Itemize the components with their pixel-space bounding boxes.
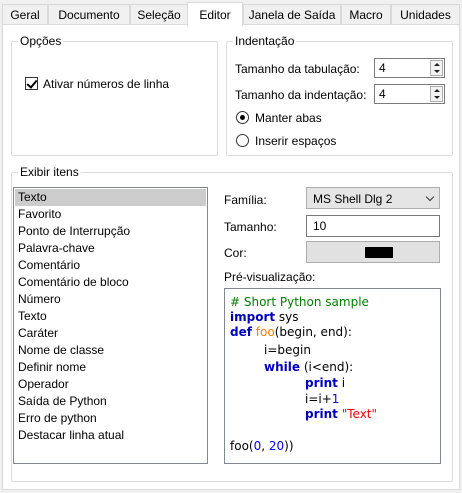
code-line: foo(0, 20)) — [230, 439, 294, 454]
list-item[interactable]: Operador — [15, 376, 206, 393]
code-line: print i — [305, 376, 345, 391]
code-line: while (i<end): — [264, 360, 353, 375]
code-text: (i<end): — [300, 360, 354, 374]
list-item[interactable]: Comentário — [15, 257, 206, 274]
list-item[interactable]: Saída de Python — [15, 393, 206, 410]
code-text: i=begin — [264, 343, 311, 357]
code-function-name: foo — [251, 325, 275, 339]
indentation-group: Indentação Tamanho da tabulação: 4 Taman… — [226, 34, 453, 156]
code-line: i=begin — [264, 343, 311, 358]
font-size-field[interactable]: 10 — [306, 215, 440, 237]
code-text: i — [337, 376, 346, 390]
indent-size-spinbox[interactable]: 4 — [374, 84, 445, 104]
chevron-down-icon — [425, 192, 435, 202]
code-keyword: def — [230, 325, 252, 339]
list-item[interactable]: Ponto de Interrupção — [15, 223, 206, 240]
keep-tabs-label: Manter abas — [255, 111, 322, 125]
tab-documento[interactable]: Documento — [48, 4, 130, 25]
indent-size-label: Tamanho da indentação: — [235, 88, 367, 102]
list-item[interactable]: Texto — [15, 189, 206, 206]
tab-size-value: 4 — [379, 61, 386, 75]
tab-size-spinbox[interactable]: 4 — [374, 58, 445, 78]
tab-unidades[interactable]: Unidades — [391, 4, 460, 25]
font-family-label: Família: — [224, 193, 267, 207]
font-size-value: 10 — [313, 219, 327, 233]
code-keyword: import — [230, 310, 276, 324]
preview-label: Pré-visualização: — [224, 270, 316, 284]
code-line: # Short Python sample — [230, 295, 369, 310]
color-label: Cor: — [224, 246, 247, 260]
code-line: print "Text" — [305, 407, 377, 422]
tab-selecao[interactable]: Seleção — [130, 4, 188, 25]
code-number: 1 — [331, 392, 340, 406]
color-swatch — [365, 247, 393, 258]
code-number: 20 — [268, 439, 285, 453]
list-item[interactable]: Favorito — [15, 206, 206, 223]
code-keyword: print — [305, 376, 338, 390]
spin-up-icon[interactable] — [431, 87, 442, 94]
code-text: sys — [275, 310, 299, 324]
color-button[interactable] — [306, 241, 440, 263]
list-item[interactable]: Nome de classe — [15, 342, 206, 359]
list-item[interactable]: Definir nome — [15, 359, 206, 376]
code-string: "Text" — [337, 407, 378, 421]
list-item[interactable]: Comentário de bloco — [15, 274, 206, 291]
options-group-title: Opções — [18, 34, 64, 48]
code-line: import sys — [230, 310, 299, 325]
list-item[interactable]: Palavra-chave — [15, 240, 206, 257]
insert-spaces-label: Inserir espaços — [255, 134, 337, 148]
line-numbers-checkbox[interactable] — [25, 77, 38, 90]
code-text: )) — [284, 439, 294, 453]
list-item[interactable]: Caráter — [15, 325, 206, 342]
code-text: (begin, end): — [274, 325, 352, 339]
display-items-group-title: Exibir itens — [18, 165, 81, 179]
spin-down-icon[interactable] — [431, 68, 442, 75]
code-keyword: while — [264, 360, 300, 374]
spin-down-icon[interactable] — [431, 94, 442, 101]
insert-spaces-radio[interactable] — [236, 134, 249, 147]
list-item[interactable]: Número — [15, 291, 206, 308]
tab-macro[interactable]: Macro — [341, 4, 391, 25]
indent-size-value: 4 — [379, 87, 386, 101]
code-line: def foo(begin, end): — [230, 325, 352, 340]
code-text: foo( — [230, 439, 254, 453]
keep-tabs-radio[interactable] — [236, 111, 249, 124]
code-keyword: print — [305, 407, 338, 421]
editor-tab-page: Opções Ativar números de linha Indentaçã… — [2, 24, 460, 490]
display-items-list[interactable]: Texto Favorito Ponto de Interrupção Pala… — [13, 187, 208, 464]
list-item[interactable]: Erro de python — [15, 410, 206, 427]
list-item[interactable]: Texto — [15, 308, 206, 325]
code-line: i=i+1 — [305, 392, 339, 407]
code-preview: # Short Python sample import sys def foo… — [224, 288, 441, 464]
line-numbers-label: Ativar números de linha — [43, 77, 170, 91]
list-item[interactable]: Destacar linha atual — [15, 427, 206, 444]
tab-size-spin-buttons — [430, 60, 443, 76]
font-family-value: MS Shell Dlg 2 — [313, 192, 393, 206]
tab-size-label: Tamanho da tabulação: — [235, 62, 360, 76]
code-comment: # Short Python sample — [230, 295, 369, 309]
font-family-select[interactable]: MS Shell Dlg 2 — [306, 187, 440, 209]
code-text: i=i+ — [305, 392, 332, 406]
indentation-group-title: Indentação — [233, 34, 297, 48]
tab-geral[interactable]: Geral — [2, 4, 48, 25]
font-size-label: Tamanho: — [224, 220, 277, 234]
tab-janela-de-saida[interactable]: Janela de Saída — [243, 4, 341, 25]
tab-bar: Geral Documento Seleção Editor Janela de… — [2, 2, 460, 26]
code-text: , — [261, 439, 269, 453]
indent-size-spin-buttons — [430, 86, 443, 102]
options-group: Opções Ativar números de linha — [11, 34, 218, 156]
tab-editor[interactable]: Editor — [187, 2, 243, 26]
spin-up-icon[interactable] — [431, 61, 442, 68]
